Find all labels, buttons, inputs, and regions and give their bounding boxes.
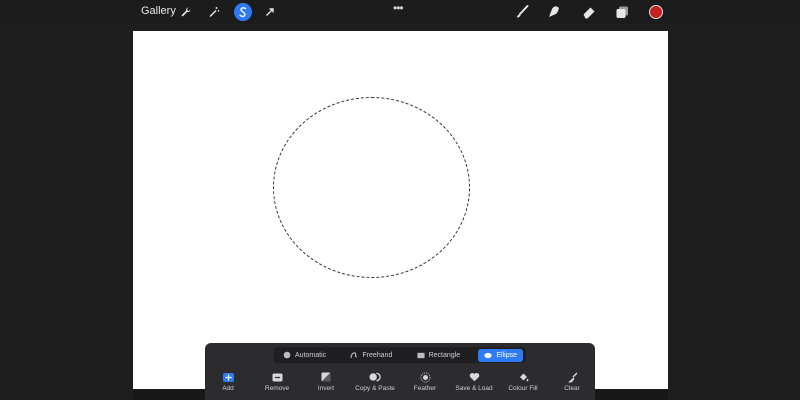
feather-button[interactable]: Feather bbox=[397, 370, 453, 392]
colour-fill-button[interactable]: Colour Fill bbox=[495, 370, 551, 392]
invert-icon bbox=[320, 372, 332, 382]
selection-actions: Add Remove Invert Copy & Paste Feather S… bbox=[205, 370, 595, 398]
mode-label: Ellipse bbox=[496, 351, 517, 359]
action-label: Add bbox=[222, 385, 234, 392]
clear-icon bbox=[566, 372, 578, 382]
ellipse-icon bbox=[484, 351, 492, 359]
mode-automatic[interactable]: Automatic bbox=[277, 349, 332, 362]
mode-ellipse[interactable]: Ellipse bbox=[478, 348, 523, 362]
selection-mode-bar: Automatic Freehand Rectangle Ellipse bbox=[274, 347, 526, 363]
brush-icon[interactable] bbox=[513, 3, 531, 21]
action-label: Feather bbox=[413, 385, 437, 392]
invert-button[interactable]: Invert bbox=[298, 370, 354, 392]
wrench-icon[interactable] bbox=[177, 3, 195, 21]
action-label: Copy & Paste bbox=[355, 385, 395, 392]
action-label: Colour Fill bbox=[508, 385, 538, 392]
more-options-icon[interactable]: ••• bbox=[393, 1, 404, 15]
action-label: Clear bbox=[564, 385, 580, 392]
layers-icon[interactable] bbox=[613, 3, 631, 21]
action-label: Save & Load bbox=[455, 385, 493, 392]
mode-label: Freehand bbox=[362, 351, 393, 359]
selection-icon[interactable] bbox=[234, 3, 252, 21]
mode-rectangle[interactable]: Rectangle bbox=[411, 349, 467, 362]
smudge-icon[interactable] bbox=[545, 3, 563, 21]
add-icon bbox=[222, 372, 234, 382]
copy-paste-button[interactable]: Copy & Paste bbox=[347, 370, 403, 392]
selection-tool-panel: Automatic Freehand Rectangle Ellipse Add… bbox=[205, 343, 595, 400]
heart-icon bbox=[468, 372, 480, 382]
remove-button[interactable]: Remove bbox=[249, 370, 305, 392]
mode-label: Rectangle bbox=[428, 351, 461, 359]
rectangle-icon bbox=[417, 351, 425, 359]
circle-icon bbox=[283, 351, 291, 359]
transform-arrow-icon[interactable] bbox=[261, 3, 279, 21]
colour-swatch[interactable] bbox=[649, 5, 663, 19]
copy-paste-icon bbox=[369, 372, 381, 382]
gallery-button[interactable]: Gallery bbox=[141, 5, 176, 17]
mode-label: Automatic bbox=[295, 351, 327, 359]
remove-icon bbox=[271, 372, 283, 382]
save-load-button[interactable]: Save & Load bbox=[446, 370, 502, 392]
magic-wand-icon[interactable] bbox=[205, 3, 223, 21]
drawing-canvas[interactable] bbox=[133, 31, 668, 389]
action-label: Invert bbox=[317, 385, 335, 392]
top-toolbar: Gallery ••• bbox=[0, 0, 800, 24]
freehand-icon bbox=[350, 351, 358, 359]
ellipse-selection-marquee[interactable] bbox=[273, 97, 470, 278]
feather-icon bbox=[419, 372, 431, 382]
eraser-icon[interactable] bbox=[580, 3, 598, 21]
clear-button[interactable]: Clear bbox=[544, 370, 600, 392]
mode-freehand[interactable]: Freehand bbox=[344, 349, 398, 362]
colour-fill-icon bbox=[517, 372, 529, 382]
action-label: Remove bbox=[264, 385, 290, 392]
add-button[interactable]: Add bbox=[200, 370, 256, 392]
